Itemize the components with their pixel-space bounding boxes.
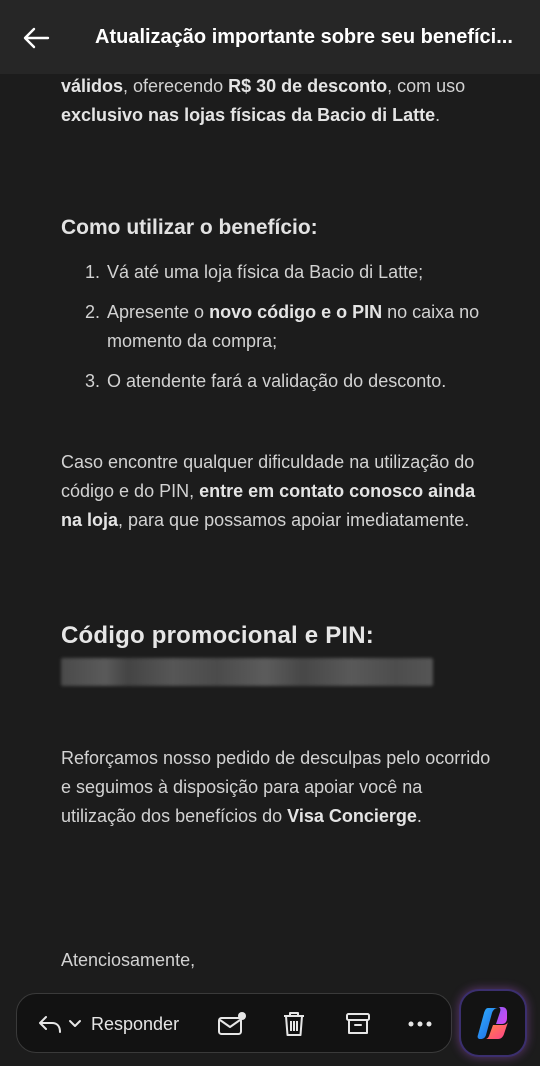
email-action-toolbar: Responder — [16, 993, 452, 1053]
email-subject-title: Atualização importante sobre seu benefíc… — [95, 26, 513, 48]
reply-label: Responder — [91, 1013, 180, 1034]
apology-text: Reforçamos nosso pedido de desculpas pel… — [61, 748, 491, 826]
trash-icon — [284, 1012, 304, 1036]
back-arrow-icon — [23, 27, 50, 49]
difficulty-paragraph: Caso encontre qualquer dificuldade na ut… — [61, 448, 491, 535]
more-options-button[interactable] — [407, 994, 433, 1054]
step-text-pre: Apresente o — [107, 302, 210, 322]
intro-paragraph: válidos, oferecendo R$ 30 de desconto, c… — [61, 72, 491, 130]
top-app-bar: Atualização importante sobre seu benefíc… — [0, 0, 540, 74]
intro-text-3: . — [435, 105, 441, 125]
archive-icon — [346, 1013, 370, 1034]
code-heading: Código promocional e PIN: — [61, 622, 375, 649]
steps-list: 1. Vá até uma loja física da Bacio di La… — [85, 258, 495, 407]
step-number: 2. — [85, 302, 101, 322]
step-text: Vá até uma loja física da Bacio di Latte… — [107, 262, 424, 282]
archive-button[interactable] — [345, 994, 371, 1054]
list-item: 3. O atendente fará a validação do desco… — [85, 367, 495, 396]
back-button[interactable] — [18, 20, 54, 56]
step-text-bold: novo código e o PIN — [209, 302, 383, 322]
intro-bold-2: R$ 30 de desconto — [228, 76, 388, 96]
chevron-down-icon — [69, 1020, 81, 1027]
step-text: O atendente fará a validação do desconto… — [107, 371, 447, 391]
intro-bold-1: válidos — [61, 76, 124, 96]
list-item: 1. Vá até uma loja física da Bacio di La… — [85, 258, 495, 287]
more-icon — [408, 1021, 432, 1027]
reply-button[interactable]: Responder — [37, 994, 179, 1054]
delete-button[interactable] — [281, 994, 307, 1054]
step-text: Apresente o novo código e o PIN no caixa… — [107, 298, 495, 356]
how-to-heading: Como utilizar o benefício: — [61, 216, 318, 239]
closing-text: Atenciosamente, — [61, 950, 196, 970]
copilot-button[interactable] — [461, 991, 525, 1055]
step-number: 1. — [85, 262, 101, 282]
apology-bold: Visa Concierge — [287, 806, 417, 826]
intro-bold-3: exclusivo nas lojas físicas da Bacio di … — [61, 105, 436, 125]
reply-icon — [39, 1016, 61, 1033]
intro-text-1: , oferecendo — [123, 76, 229, 96]
apology-text-end: . — [416, 806, 422, 826]
apology-paragraph: Reforçamos nosso pedido de desculpas pel… — [61, 744, 491, 831]
mark-unread-icon — [218, 1012, 246, 1035]
step-number: 3. — [85, 371, 101, 391]
list-item: 2. Apresente o novo código e o PIN no ca… — [85, 298, 495, 356]
copilot-icon — [477, 1007, 508, 1039]
intro-text-2: , com uso — [387, 76, 466, 96]
redacted-code — [61, 658, 433, 686]
mark-unread-button[interactable] — [217, 994, 247, 1054]
difficulty-text-2: , para que possamos apoiar imediatamente… — [118, 510, 470, 530]
